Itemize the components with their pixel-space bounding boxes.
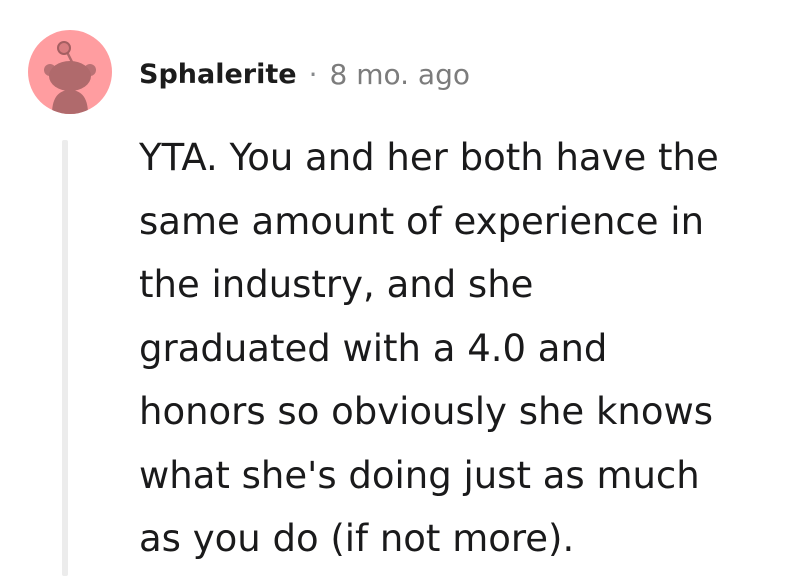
comment-body-line: same amount of experience in — [139, 199, 705, 243]
user-avatar[interactable] — [28, 30, 112, 114]
snoo-avatar-icon — [44, 41, 96, 114]
comment-timestamp[interactable]: 8 mo. ago — [329, 58, 470, 91]
comment-author-link[interactable]: Sphalerite — [139, 59, 297, 90]
comment-header: Sphalerite · 8 mo. ago — [139, 52, 470, 96]
thread-line[interactable] — [62, 140, 68, 576]
comment-body-line: as you do (if not more). — [139, 517, 575, 560]
comment-body-line: the industry, and she — [139, 263, 534, 306]
comment-body-line: graduated with a 4.0 and — [139, 326, 608, 370]
comment-body-line: what she's doing just as much — [139, 453, 700, 497]
comment-body-line: honors so obviously she knows — [139, 390, 714, 433]
comment-body-line: YTA. You and her both have the — [139, 136, 719, 179]
meta-separator: · — [308, 57, 318, 91]
comment-body: YTA. You and her both have the same amou… — [139, 126, 789, 571]
